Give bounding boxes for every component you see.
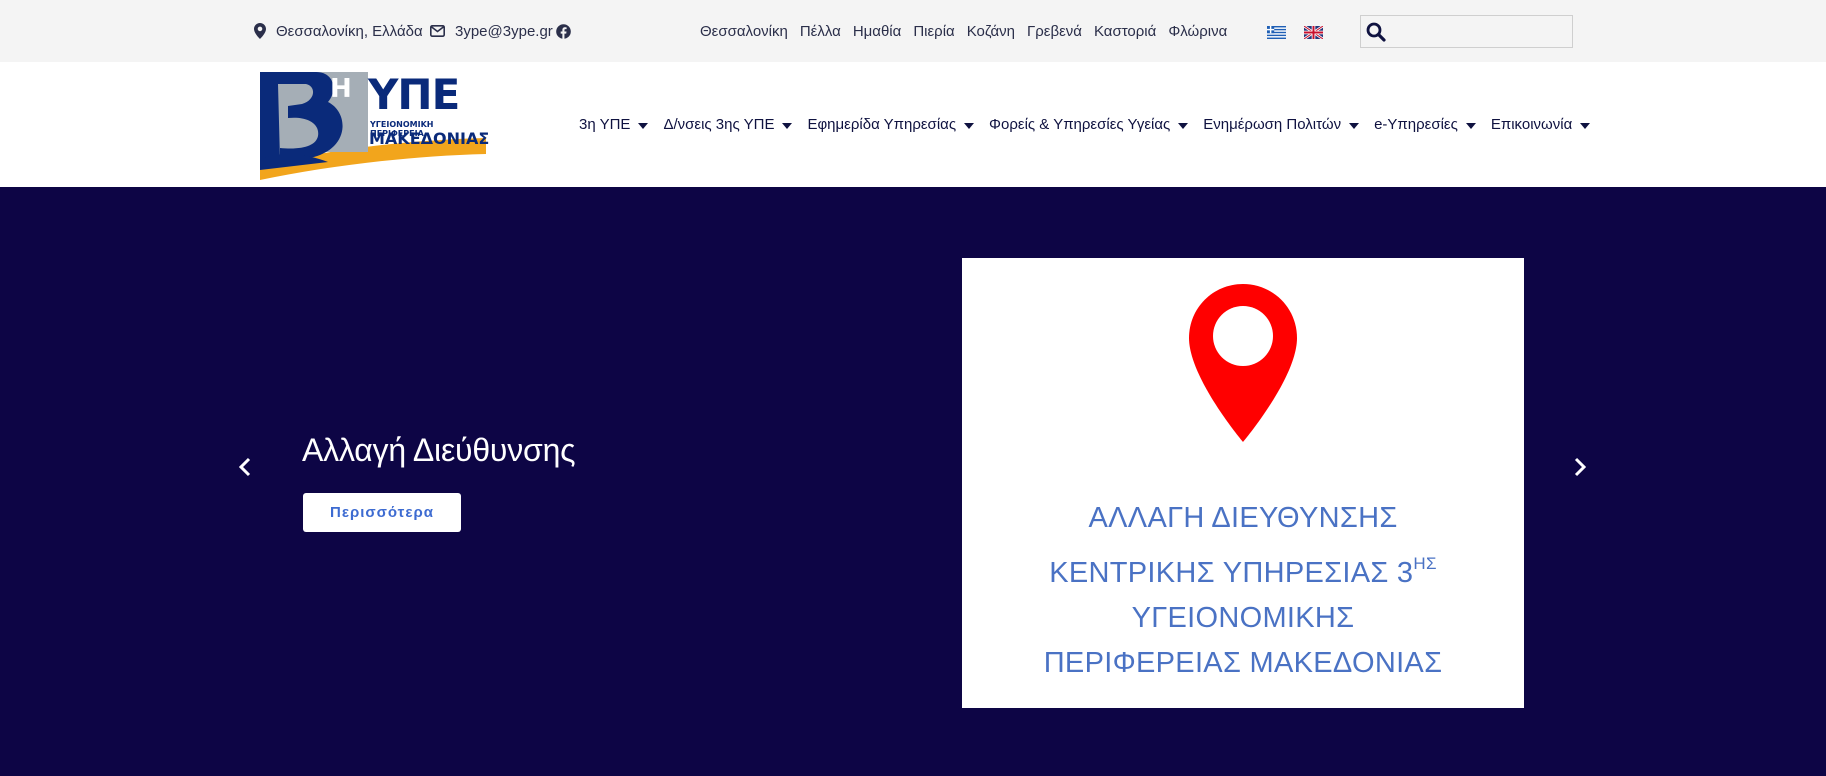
caption-line-2-text: ΚΕΝΤΡΙΚΗΣ ΥΠΗΡΕΣΙΑΣ 3 [1049,557,1414,589]
location-text: Θεσσαλονίκη, Ελλάδα [276,22,423,40]
caret-down-icon [782,122,793,129]
greek-flag-icon[interactable] [1267,26,1286,39]
main-nav: 3η ΥΠΕ Δ/νσεις 3ης ΥΠΕ Εφημερίδα Υπηρεσί… [579,62,1605,187]
caret-down-icon [638,122,649,129]
map-pin-icon [254,23,266,39]
nav-item-label: 3η ΥΠΕ [579,116,631,133]
nav-item-label: Δ/νσεις 3ης ΥΠΕ [663,116,775,133]
region-link-kastoria[interactable]: Καστοριά [1094,23,1156,40]
caret-down-icon [1178,122,1189,129]
chevron-right-icon[interactable] [1565,447,1595,487]
hero-slider: Αλλαγή Διεύθυνσης Περισσότερα ΑΛΛΑΓΗ ΔΙΕ… [0,187,1826,776]
slide-image-caption: ΑΛΛΑΓΗ ΔΙΕΥΘΥΝΣΗΣ ΚΕΝΤΡΙΚΗΣ ΥΠΗΡΕΣΙΑΣ 3Η… [962,496,1524,686]
nav-item-e-services[interactable]: e-Υπηρεσίες [1374,116,1476,133]
caption-line-1: ΑΛΛΑΓΗ ΔΙΕΥΘΥΝΣΗΣ [1088,502,1398,534]
region-link-grevena[interactable]: Γρεβενά [1027,23,1082,40]
caption-line-2: ΚΕΝΤΡΙΚΗΣ ΥΠΗΡΕΣΙΑΣ 3ΗΣ [962,541,1524,596]
caption-line-4: ΠΕΡΙΦΕΡΕΙΑΣ ΜΑΚΕΔΟΝΙΑΣ [1043,647,1443,679]
nav-item-label: Ενημέρωση Πολιτών [1203,116,1342,133]
nav-item-label: e-Υπηρεσίες [1374,116,1458,133]
nav-item-label: Επικοινωνία [1490,116,1573,133]
caption-line-3: ΥΓΕΙΟΝΟΜΙΚΗΣ [1131,602,1355,634]
chevron-left-icon[interactable] [230,447,260,487]
region-link-imathia[interactable]: Ημαθία [853,23,902,40]
nav-item-contact[interactable]: Επικοινωνία [1490,116,1591,133]
logo-superscript: Η [330,74,352,104]
region-link-pieria[interactable]: Πιερία [913,23,954,40]
slide-image: ΑΛΛΑΓΗ ΔΙΕΥΘΥΝΣΗΣ ΚΕΝΤΡΙΚΗΣ ΥΠΗΡΕΣΙΑΣ 3Η… [962,258,1524,708]
email-link[interactable]: 3ype@3ype.gr [430,0,553,62]
nav-item-label: Φορείς & Υπηρεσίες Υγείας [989,116,1171,133]
region-link-pella[interactable]: Πέλλα [800,23,841,40]
region-nav: Θεσσαλονίκη Πέλλα Ημαθία Πιερία Κοζάνη Γ… [700,0,1239,62]
location-info: Θεσσαλονίκη, Ελλάδα [254,0,423,62]
envelope-icon [430,25,445,37]
nav-item-directorates[interactable]: Δ/νσεις 3ης ΥΠΕ [663,116,793,133]
facebook-icon[interactable] [556,0,571,62]
region-link-florina[interactable]: Φλώρινα [1168,23,1227,40]
top-bar: Θεσσαλονίκη, Ελλάδα 3ype@3ype.gr Θεσσαλο… [0,0,1826,62]
uk-flag-icon[interactable] [1304,26,1323,39]
logo-acronym: ΥΠΕ [368,70,460,119]
search-icon[interactable] [1361,22,1391,42]
nav-item-label: Εφημερίδα Υπηρεσίας [807,116,957,133]
nav-item-citizen-info[interactable]: Ενημέρωση Πολιτών [1203,116,1360,133]
search-input[interactable] [1391,16,1572,47]
nav-item-duty-schedule[interactable]: Εφημερίδα Υπηρεσίας [807,116,975,133]
more-button[interactable]: Περισσότερα [303,493,461,532]
slide-title: Αλλαγή Διεύθυνσης [302,432,576,468]
caret-down-icon [964,122,975,129]
nav-item-3ype[interactable]: 3η ΥΠΕ [579,116,649,133]
caret-down-icon [1465,122,1476,129]
caret-down-icon [1349,122,1360,129]
caption-line-2-sup: ΗΣ [1413,554,1437,573]
logo-line2: ΜΑΚΕΔΟΝΙΑΣ [369,129,490,148]
region-link-thessaloniki[interactable]: Θεσσαλονίκη [700,23,788,40]
nav-item-health-services[interactable]: Φορείς & Υπηρεσίες Υγείας [989,116,1189,133]
site-logo[interactable]: Η 3 ΥΠΕ ΥΓΕΙΟΝΟΜΙΚΗ ΠΕΡΙΦΕΡΕΙΑ ΜΑΚΕΔΟΝΙΑ… [258,70,490,182]
email-text: 3ype@3ype.gr [455,22,553,40]
location-pin-icon [1189,284,1297,447]
region-link-kozani[interactable]: Κοζάνη [967,23,1015,40]
caret-down-icon [1580,122,1591,129]
site-header: Η 3 ΥΠΕ ΥΓΕΙΟΝΟΜΙΚΗ ΠΕΡΙΦΕΡΕΙΑ ΜΑΚΕΔΟΝΙΑ… [0,62,1826,187]
search-box [1360,15,1573,48]
